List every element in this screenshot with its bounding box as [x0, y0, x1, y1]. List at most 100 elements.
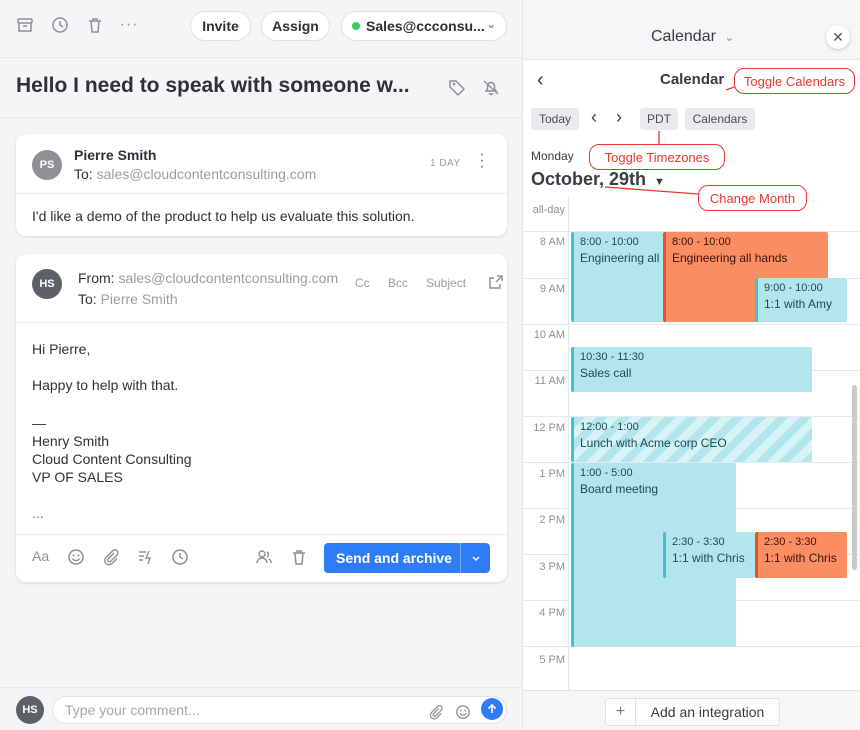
signature-divider: — [32, 415, 46, 431]
hour-label: 12 PM [533, 422, 565, 434]
hour-label: 2 PM [539, 514, 565, 526]
avatar: HS [32, 269, 62, 299]
to-label: To: [74, 166, 93, 182]
back-icon[interactable]: ‹ [537, 69, 544, 92]
event-title: Sales call [580, 366, 632, 380]
popout-icon[interactable] [489, 275, 503, 294]
emoji-icon[interactable] [455, 702, 471, 728]
signature-company: Cloud Content Consulting [32, 451, 192, 467]
calendar-event[interactable]: 8:00 - 10:00 Engineering all hands [571, 232, 664, 322]
today-button[interactable]: Today [531, 108, 579, 130]
hour-label: 3 PM [539, 561, 565, 573]
invite-label: Invite [202, 18, 239, 34]
timezone-button[interactable]: PDT [640, 108, 678, 130]
assign-label: Assign [272, 18, 319, 34]
trash-icon[interactable] [84, 14, 106, 36]
discard-draft-icon[interactable] [290, 548, 308, 571]
subject-button[interactable]: Subject [426, 276, 466, 290]
users-icon[interactable] [255, 548, 273, 571]
from-label: From: [78, 270, 115, 286]
attachment-icon[interactable] [428, 702, 444, 728]
add-integration-button[interactable]: + Add an integration [605, 698, 780, 726]
next-day-icon[interactable]: › [616, 107, 622, 128]
day-grid[interactable]: all-day 8 AM 9 AM 10 AM 11 AM 12 PM 1 PM… [523, 197, 860, 690]
avatar: HS [16, 696, 44, 724]
event-time: 9:00 - 10:00 [764, 282, 823, 294]
caret-down-icon: ▼ [654, 176, 665, 188]
assign-button[interactable]: Assign [261, 11, 330, 41]
message-body: I'd like a demo of the product to help u… [32, 208, 415, 224]
hour-label: 8 AM [539, 236, 565, 248]
close-button[interactable]: ✕ [826, 25, 850, 49]
chevron-down-icon: ⌄ [724, 30, 735, 44]
schedule-icon[interactable] [171, 548, 189, 571]
archive-icon[interactable] [14, 14, 36, 36]
body-line: Happy to help with that. [32, 377, 179, 393]
message-card[interactable]: PS Pierre Smith To: sales@cloudcontentco… [16, 134, 507, 236]
scrollbar[interactable] [852, 385, 857, 570]
account-label: Sales@ccconsu... [366, 18, 485, 34]
hour-label: 11 AM [534, 375, 565, 387]
divider [16, 322, 507, 323]
calendars-label: Calendars [692, 112, 748, 126]
divider [16, 193, 507, 194]
attachment-icon[interactable] [102, 548, 120, 571]
hour-label: 1 PM [539, 468, 565, 480]
calendars-button[interactable]: Calendars [685, 108, 755, 130]
comment-placeholder: Type your comment... [65, 702, 200, 718]
message-age: 1 DAY [430, 158, 461, 169]
event-title: Lunch with Acme corp CEO [580, 436, 727, 450]
panel-title[interactable]: Calendar ⌄ [651, 28, 734, 46]
panel-header: Calendar ⌄ ✕ [523, 0, 860, 60]
text-format-icon[interactable]: Aa [32, 548, 49, 564]
divider [0, 117, 522, 118]
bell-off-icon[interactable] [482, 78, 500, 101]
calendar-event[interactable]: 2:30 - 3:30 1:1 with Chris [755, 532, 847, 578]
send-comment-icon[interactable] [481, 698, 503, 720]
sender-name: Pierre Smith [74, 147, 157, 163]
event-title: Engineering all hands [580, 251, 664, 265]
snippet-icon[interactable] [137, 548, 155, 571]
avatar: PS [32, 150, 62, 180]
date-label: October, 29th [531, 169, 647, 189]
event-title: Board meeting [580, 482, 659, 496]
reply-composer: HS From: sales@cloudcontentconsulting.co… [16, 254, 507, 582]
change-month-callout: Change Month [698, 185, 807, 211]
send-and-archive-button[interactable]: Send and archive [324, 543, 490, 573]
account-selector[interactable]: Sales@ccconsu... ⌄ [341, 11, 507, 41]
invite-button[interactable]: Invite [190, 11, 251, 41]
emoji-icon[interactable] [67, 548, 85, 571]
weekday-label: Monday [531, 149, 574, 163]
from-address[interactable]: sales@cloudcontentconsulting.com [118, 270, 338, 286]
prev-day-icon[interactable]: ‹ [591, 107, 597, 128]
panel-title-label: Calendar [651, 28, 716, 45]
add-integration-label: Add an integration [650, 704, 765, 720]
calendar-event[interactable]: 10:30 - 11:30 Sales call [571, 347, 812, 392]
grid-line [523, 324, 860, 325]
bcc-button[interactable]: Bcc [388, 276, 408, 290]
signature-title: VP OF SALES [32, 469, 123, 485]
month-selector[interactable]: October, 29th ▼ [531, 169, 665, 190]
calendar-event[interactable]: 12:00 - 1:00 Lunch with Acme corp CEO [571, 417, 812, 462]
calendar-event[interactable]: 2:30 - 3:30 1:1 with Chris [663, 532, 755, 578]
more-icon[interactable]: ··· [118, 14, 140, 36]
clock-icon[interactable] [49, 14, 71, 36]
event-title: Engineering all hands [672, 251, 788, 265]
tag-icon[interactable] [448, 78, 466, 101]
to-label: To: [78, 291, 97, 307]
comment-input[interactable]: Type your comment... [52, 696, 507, 724]
calendar-pane: Calendar ⌄ ✕ ‹ Calendar Today ‹ › PDT Ca… [522, 0, 860, 730]
conversation-pane: ··· Invite Assign Sales@ccconsu... ⌄ Hel… [0, 0, 522, 730]
calendar-event[interactable]: 9:00 - 10:00 1:1 with Amy [755, 278, 847, 322]
event-time: 1:00 - 5:00 [580, 467, 633, 479]
to-recipient[interactable]: Pierre Smith [101, 291, 178, 307]
reply-body[interactable]: Hi Pierre, Happy to help with that. — He… [32, 340, 492, 530]
cc-button[interactable]: Cc [355, 276, 370, 290]
event-title: 1:1 with Chris [764, 551, 837, 565]
chevron-down-icon[interactable] [460, 543, 490, 573]
event-time: 8:00 - 10:00 [672, 236, 731, 248]
more-vertical-icon[interactable]: · · · [478, 147, 486, 175]
timezone-label: PDT [647, 112, 671, 126]
event-time: 12:00 - 1:00 [580, 421, 639, 433]
quoted-text-toggle[interactable]: ... [32, 504, 44, 522]
